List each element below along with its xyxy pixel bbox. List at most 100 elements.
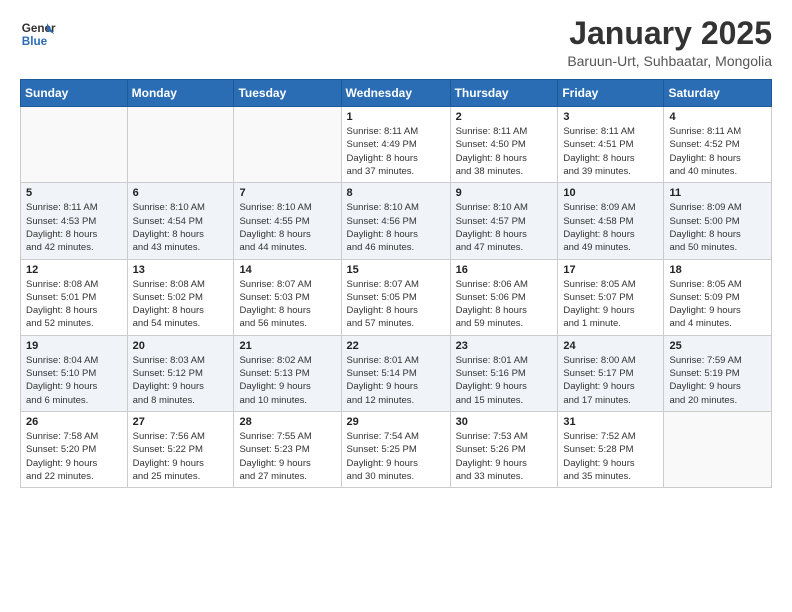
day-cell-1: 1 Sunrise: 8:11 AM Sunset: 4:49 PM Daylig… (341, 107, 450, 183)
weekday-saturday: Saturday (664, 80, 772, 107)
svg-text:General: General (22, 22, 56, 35)
day-cell-19: 19Sunrise: 8:04 AM Sunset: 5:10 PM Dayli… (21, 335, 128, 411)
title-block: January 2025 Baruun-Urt, Suhbaatar, Mong… (567, 16, 772, 69)
day-info: Sunrise: 7:55 AM Sunset: 5:23 PM Dayligh… (239, 430, 335, 483)
page: General Blue January 2025 Baruun-Urt, Su… (0, 0, 792, 508)
day-cell-18: 18Sunrise: 8:05 AM Sunset: 5:09 PM Dayli… (664, 259, 772, 335)
day-info: Sunrise: 8:11 AM Sunset: 4:52 PM Dayligh… (669, 125, 766, 178)
day-info: Sunrise: 8:11 AM Sunset: 4:49 PM Dayligh… (347, 125, 445, 178)
weekday-friday: Friday (558, 80, 664, 107)
day-number: 27 (133, 416, 229, 428)
day-number: 24 (563, 340, 658, 352)
day-number: 31 (563, 416, 658, 428)
day-number: 4 (669, 111, 766, 123)
day-info: Sunrise: 7:59 AM Sunset: 5:19 PM Dayligh… (669, 354, 766, 407)
day-cell-29: 29 Sunrise: 7:54 AM Sunset: 5:25 PM Dayli… (341, 411, 450, 487)
day-info: Sunrise: 7:52 AM Sunset: 5:28 PM Dayligh… (563, 430, 658, 483)
day-info: Sunrise: 8:02 AM Sunset: 5:13 PM Dayligh… (239, 354, 335, 407)
empty-cell (21, 107, 128, 183)
day-cell-15: 15Sunrise: 8:07 AM Sunset: 5:05 PM Dayli… (341, 259, 450, 335)
weekday-tuesday: Tuesday (234, 80, 341, 107)
day-number: 28 (239, 416, 335, 428)
day-cell-4: 4 Sunrise: 8:11 AM Sunset: 4:52 PM Daylig… (664, 107, 772, 183)
logo-icon: General Blue (20, 16, 56, 52)
week-row-5: 26 Sunrise: 7:58 AM Sunset: 5:20 PM Dayli… (21, 411, 772, 487)
day-info: Sunrise: 8:07 AM Sunset: 5:03 PM Dayligh… (239, 278, 335, 331)
weekday-thursday: Thursday (450, 80, 558, 107)
day-number: 11 (669, 187, 766, 199)
day-number: 19 (26, 340, 122, 352)
day-info: Sunrise: 8:11 AM Sunset: 4:51 PM Dayligh… (563, 125, 658, 178)
day-cell-3: 3Sunrise: 8:11 AM Sunset: 4:51 PM Daylig… (558, 107, 664, 183)
day-info: Sunrise: 8:08 AM Sunset: 5:02 PM Dayligh… (133, 278, 229, 331)
day-info: Sunrise: 7:54 AM Sunset: 5:25 PM Dayligh… (347, 430, 445, 483)
day-info: Sunrise: 8:05 AM Sunset: 5:07 PM Dayligh… (563, 278, 658, 331)
day-info: Sunrise: 8:10 AM Sunset: 4:56 PM Dayligh… (347, 201, 445, 254)
day-cell-7: 7 Sunrise: 8:10 AM Sunset: 4:55 PM Daylig… (234, 183, 341, 259)
day-cell-9: 9Sunrise: 8:10 AM Sunset: 4:57 PM Daylig… (450, 183, 558, 259)
day-number: 20 (133, 340, 229, 352)
day-number: 12 (26, 264, 122, 276)
day-cell-17: 17 Sunrise: 8:05 AM Sunset: 5:07 PM Dayli… (558, 259, 664, 335)
month-title: January 2025 (567, 16, 772, 51)
day-info: Sunrise: 8:10 AM Sunset: 4:55 PM Dayligh… (239, 201, 335, 254)
day-cell-2: 2 Sunrise: 8:11 AM Sunset: 4:50 PM Daylig… (450, 107, 558, 183)
day-cell-22: 22 Sunrise: 8:01 AM Sunset: 5:14 PM Dayli… (341, 335, 450, 411)
empty-cell (127, 107, 234, 183)
day-cell-20: 20 Sunrise: 8:03 AM Sunset: 5:12 PM Dayli… (127, 335, 234, 411)
day-number: 30 (456, 416, 553, 428)
day-cell-28: 28 Sunrise: 7:55 AM Sunset: 5:23 PM Dayli… (234, 411, 341, 487)
weekday-sunday: Sunday (21, 80, 128, 107)
day-info: Sunrise: 8:07 AM Sunset: 5:05 PM Dayligh… (347, 278, 445, 331)
day-number: 26 (26, 416, 122, 428)
empty-cell (234, 107, 341, 183)
day-cell-11: 11 Sunrise: 8:09 AM Sunset: 5:00 PM Dayli… (664, 183, 772, 259)
day-number: 5 (26, 187, 122, 199)
day-number: 21 (239, 340, 335, 352)
day-number: 14 (239, 264, 335, 276)
day-info: Sunrise: 8:03 AM Sunset: 5:12 PM Dayligh… (133, 354, 229, 407)
day-cell-10: 10Sunrise: 8:09 AM Sunset: 4:58 PM Dayli… (558, 183, 664, 259)
week-row-1: 1 Sunrise: 8:11 AM Sunset: 4:49 PM Daylig… (21, 107, 772, 183)
day-number: 29 (347, 416, 445, 428)
day-info: Sunrise: 8:11 AM Sunset: 4:53 PM Dayligh… (26, 201, 122, 254)
day-info: Sunrise: 8:01 AM Sunset: 5:14 PM Dayligh… (347, 354, 445, 407)
day-info: Sunrise: 8:06 AM Sunset: 5:06 PM Dayligh… (456, 278, 553, 331)
day-info: Sunrise: 8:01 AM Sunset: 5:16 PM Dayligh… (456, 354, 553, 407)
day-number: 7 (239, 187, 335, 199)
day-cell-8: 8Sunrise: 8:10 AM Sunset: 4:56 PM Daylig… (341, 183, 450, 259)
day-info: Sunrise: 8:09 AM Sunset: 4:58 PM Dayligh… (563, 201, 658, 254)
day-info: Sunrise: 8:00 AM Sunset: 5:17 PM Dayligh… (563, 354, 658, 407)
day-number: 17 (563, 264, 658, 276)
day-cell-30: 30Sunrise: 7:53 AM Sunset: 5:26 PM Dayli… (450, 411, 558, 487)
day-number: 13 (133, 264, 229, 276)
day-cell-6: 6Sunrise: 8:10 AM Sunset: 4:54 PM Daylig… (127, 183, 234, 259)
day-cell-26: 26 Sunrise: 7:58 AM Sunset: 5:20 PM Dayli… (21, 411, 128, 487)
week-row-4: 19Sunrise: 8:04 AM Sunset: 5:10 PM Dayli… (21, 335, 772, 411)
day-info: Sunrise: 8:08 AM Sunset: 5:01 PM Dayligh… (26, 278, 122, 331)
week-row-3: 12 Sunrise: 8:08 AM Sunset: 5:01 PM Dayli… (21, 259, 772, 335)
weekday-wednesday: Wednesday (341, 80, 450, 107)
day-number: 23 (456, 340, 553, 352)
day-cell-21: 21 Sunrise: 8:02 AM Sunset: 5:13 PM Dayli… (234, 335, 341, 411)
day-info: Sunrise: 7:58 AM Sunset: 5:20 PM Dayligh… (26, 430, 122, 483)
day-cell-24: 24 Sunrise: 8:00 AM Sunset: 5:17 PM Dayli… (558, 335, 664, 411)
day-cell-12: 12 Sunrise: 8:08 AM Sunset: 5:01 PM Dayli… (21, 259, 128, 335)
day-cell-31: 31 Sunrise: 7:52 AM Sunset: 5:28 PM Dayli… (558, 411, 664, 487)
day-cell-5: 5 Sunrise: 8:11 AM Sunset: 4:53 PM Daylig… (21, 183, 128, 259)
svg-text:Blue: Blue (22, 35, 48, 48)
day-info: Sunrise: 8:11 AM Sunset: 4:50 PM Dayligh… (456, 125, 553, 178)
calendar: SundayMondayTuesdayWednesdayThursdayFrid… (20, 79, 772, 488)
day-cell-27: 27Sunrise: 7:56 AM Sunset: 5:22 PM Dayli… (127, 411, 234, 487)
day-number: 18 (669, 264, 766, 276)
day-info: Sunrise: 8:10 AM Sunset: 4:54 PM Dayligh… (133, 201, 229, 254)
weekday-monday: Monday (127, 80, 234, 107)
day-number: 2 (456, 111, 553, 123)
day-cell-23: 23 Sunrise: 8:01 AM Sunset: 5:16 PM Dayli… (450, 335, 558, 411)
day-number: 9 (456, 187, 553, 199)
day-number: 22 (347, 340, 445, 352)
day-cell-25: 25Sunrise: 7:59 AM Sunset: 5:19 PM Dayli… (664, 335, 772, 411)
day-cell-14: 14 Sunrise: 8:07 AM Sunset: 5:03 PM Dayli… (234, 259, 341, 335)
day-info: Sunrise: 8:09 AM Sunset: 5:00 PM Dayligh… (669, 201, 766, 254)
day-number: 1 (347, 111, 445, 123)
